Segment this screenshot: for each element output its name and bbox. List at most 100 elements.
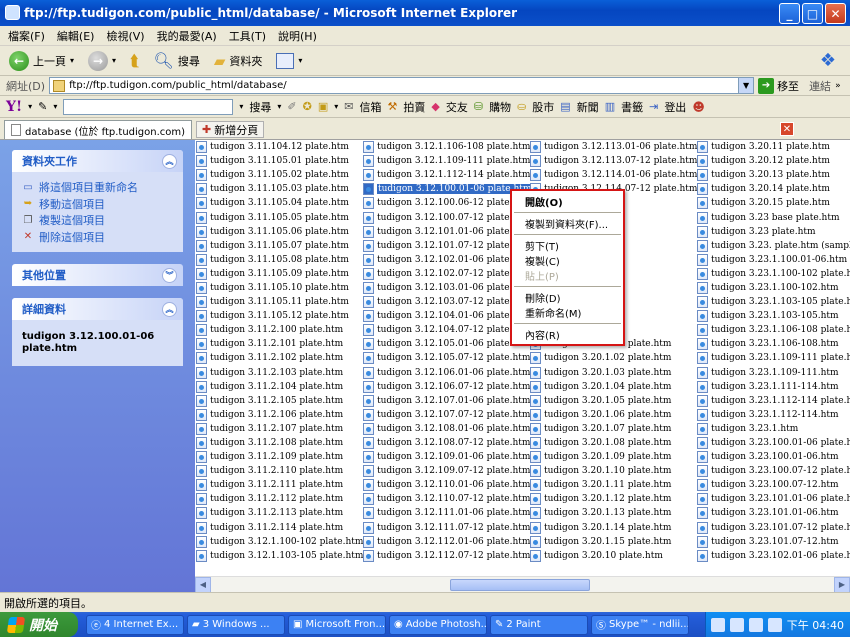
file-item[interactable]: tudigon 3.11.2.114 plate.htm bbox=[195, 521, 363, 535]
file-item[interactable]: tudigon 3.20.1.07 plate.htm bbox=[529, 422, 697, 436]
go-button[interactable]: ➔ 移至 bbox=[758, 77, 799, 94]
file-item[interactable]: tudigon 3.12.1.103-105 plate.htm bbox=[195, 549, 363, 563]
chevron-down-icon[interactable]: ▾ bbox=[53, 102, 57, 111]
folder-tasks-header[interactable]: 資料夾工作 ︽ bbox=[12, 150, 183, 172]
menu-copy-to-folder[interactable]: 複製到資料夾(F)... bbox=[512, 216, 623, 231]
collapse-icon[interactable]: ︽ bbox=[162, 153, 177, 169]
menu-properties[interactable]: 內容(R) bbox=[512, 327, 623, 342]
minimize-button[interactable]: _ bbox=[779, 3, 800, 24]
up-folder-button[interactable]: ⮬ bbox=[127, 49, 143, 73]
file-item[interactable]: tudigon 3.23.1.100.01-06.htm bbox=[696, 253, 850, 267]
file-item[interactable]: tudigon 3.12.1.109-111 plate.htm bbox=[362, 154, 532, 168]
file-item[interactable]: tudigon 3.12.112.01-06 plate.htm bbox=[362, 535, 532, 549]
file-item[interactable]: tudigon 3.20.13 plate.htm bbox=[696, 168, 850, 182]
network-icon[interactable] bbox=[748, 617, 763, 632]
file-item[interactable]: tudigon 3.12.105.07-12 plate.htm bbox=[362, 351, 532, 365]
file-item[interactable]: tudigon 3.12.106.01-06 plate.htm bbox=[362, 366, 532, 380]
file-item[interactable]: tudigon 3.23.1.106-108.htm bbox=[696, 337, 850, 351]
file-item[interactable]: tudigon 3.20.1.11 plate.htm bbox=[529, 478, 697, 492]
file-item[interactable]: tudigon 3.11.105.09 plate.htm bbox=[195, 267, 363, 281]
file-item[interactable]: tudigon 3.23.1.112-114.htm bbox=[696, 408, 850, 422]
other-places-header[interactable]: 其他位置 ︾ bbox=[12, 264, 183, 286]
file-item[interactable]: tudigon 3.11.2.109 plate.htm bbox=[195, 450, 363, 464]
keyboard-icon[interactable] bbox=[710, 617, 725, 632]
file-item[interactable]: tudigon 3.12.113.01-06 plate.htm bbox=[529, 140, 697, 154]
scroll-left-icon[interactable]: ◀ bbox=[195, 576, 211, 593]
file-item[interactable]: tudigon 3.11.2.112 plate.htm bbox=[195, 492, 363, 506]
file-item[interactable]: tudigon 3.11.105.08 plate.htm bbox=[195, 253, 363, 267]
yahoo-dating[interactable]: 交友 bbox=[446, 99, 468, 115]
chevron-down-icon[interactable]: ▾ bbox=[239, 102, 243, 111]
views-button[interactable]: ▾ bbox=[273, 49, 305, 73]
details-header[interactable]: 詳細資料 ︽ bbox=[12, 298, 183, 320]
file-item[interactable]: tudigon 3.12.1.100-102 plate.htm bbox=[195, 535, 363, 549]
taskbar-item-skype[interactable]: Ⓢ Skype™ - ndlii... bbox=[591, 614, 689, 635]
menu-view[interactable]: 檢視(V) bbox=[106, 28, 144, 44]
yahoo-stocks[interactable]: 股市 bbox=[532, 99, 554, 115]
scroll-thumb[interactable] bbox=[450, 579, 590, 591]
file-item[interactable]: tudigon 3.20.1.04 plate.htm bbox=[529, 380, 697, 394]
copy-item-link[interactable]: ❐ 複製這個項目 bbox=[22, 212, 175, 229]
menu-open[interactable]: 開啟(O) bbox=[512, 194, 623, 209]
file-item[interactable]: tudigon 3.12.108.07-12 plate.htm bbox=[362, 436, 532, 450]
yahoo-search-button[interactable]: 搜尋 bbox=[249, 99, 271, 115]
yahoo-auction[interactable]: 拍賣 bbox=[403, 99, 425, 115]
file-item[interactable]: tudigon 3.12.108.01-06 plate.htm bbox=[362, 422, 532, 436]
file-item[interactable]: tudigon 3.23.100.01-06.htm bbox=[696, 450, 850, 464]
file-item[interactable]: tudigon 3.20.1.05 plate.htm bbox=[529, 394, 697, 408]
file-item[interactable]: tudigon 3.20.1.13 plate.htm bbox=[529, 506, 697, 520]
popup-blocker-icon[interactable]: ▣ bbox=[318, 100, 328, 113]
file-item[interactable]: tudigon 3.12.102.01-06 plate.htm bbox=[362, 253, 532, 267]
file-item[interactable]: tudigon 3.12.103.07-12 plate.htm bbox=[362, 295, 532, 309]
file-item[interactable]: tudigon 3.11.105.12 plate.htm bbox=[195, 309, 363, 323]
menu-help[interactable]: 說明(H) bbox=[278, 28, 317, 44]
file-item[interactable]: tudigon 3.23.100.07-12 plate.htm bbox=[696, 464, 850, 478]
file-item[interactable]: tudigon 3.23 plate.htm bbox=[696, 225, 850, 239]
folders-button[interactable]: ▰ 資料夾 bbox=[211, 49, 266, 73]
tab-database[interactable]: database (位於 ftp.tudigon.com) bbox=[4, 120, 193, 139]
file-item[interactable]: tudigon 3.12.109.07-12 plate.htm bbox=[362, 464, 532, 478]
file-item[interactable]: tudigon 3.11.2.104 plate.htm bbox=[195, 380, 363, 394]
yahoo-search-input[interactable] bbox=[63, 98, 234, 115]
taskbar-item-frontpage[interactable]: ▣ Microsoft Fron... bbox=[288, 614, 386, 635]
file-item[interactable]: tudigon 3.12.111.07-12 plate.htm bbox=[362, 521, 532, 535]
taskbar-item-paint[interactable]: ✎ 2 Paint bbox=[490, 614, 588, 635]
file-item[interactable]: tudigon 3.23.101.07-12 plate.htm bbox=[696, 521, 850, 535]
move-item-link[interactable]: ➥ 移動這個項目 bbox=[22, 196, 175, 213]
file-item[interactable]: tudigon 3.12.110.01-06 plate.htm bbox=[362, 478, 532, 492]
file-item[interactable]: tudigon 3.11.105.06 plate.htm bbox=[195, 225, 363, 239]
expand-icon[interactable]: ︾ bbox=[162, 267, 177, 283]
file-item[interactable]: tudigon 3.11.105.01 plate.htm bbox=[195, 154, 363, 168]
file-item[interactable]: tudigon 3.12.101.01-06 plate.htm bbox=[362, 225, 532, 239]
file-item[interactable]: tudigon 3.11.2.110 plate.htm bbox=[195, 464, 363, 478]
yahoo-bookmarks[interactable]: 書籤 bbox=[621, 99, 643, 115]
file-item[interactable]: tudigon 3.23.100.07-12.htm bbox=[696, 478, 850, 492]
file-item[interactable]: tudigon 3.11.2.103 plate.htm bbox=[195, 366, 363, 380]
chevron-down-icon[interactable]: ▾ bbox=[28, 102, 32, 111]
messenger-icon[interactable]: ☻ bbox=[692, 100, 705, 114]
clock[interactable]: 下午 04:40 bbox=[787, 617, 844, 633]
file-item[interactable]: tudigon 3.20.1.08 plate.htm bbox=[529, 436, 697, 450]
yahoo-logo-icon[interactable]: Y! bbox=[6, 99, 22, 115]
pencil-icon[interactable]: ✎ bbox=[38, 100, 47, 113]
file-item[interactable]: tudigon 3.12.100.07-12 plate.htm bbox=[362, 210, 532, 224]
file-item[interactable]: tudigon 3.11.105.03 plate.htm bbox=[195, 182, 363, 196]
highlighter-icon[interactable]: ✐ bbox=[287, 100, 296, 113]
file-item[interactable]: tudigon 3.23.1.111-114.htm bbox=[696, 380, 850, 394]
file-item[interactable]: tudigon 3.23 base plate.htm bbox=[696, 210, 850, 224]
anti-spy-icon[interactable]: ✪ bbox=[303, 100, 312, 113]
file-item[interactable]: tudigon 3.20.10 plate.htm bbox=[529, 549, 697, 563]
file-item[interactable]: tudigon 3.11.2.107 plate.htm bbox=[195, 422, 363, 436]
maximize-button[interactable]: □ bbox=[802, 3, 823, 24]
menu-edit[interactable]: 編輯(E) bbox=[57, 28, 95, 44]
file-item[interactable]: tudigon 3.23.1.103-105.htm bbox=[696, 309, 850, 323]
yahoo-news[interactable]: 新聞 bbox=[577, 99, 599, 115]
menu-delete[interactable]: 刪除(D) bbox=[512, 290, 623, 305]
file-item[interactable]: tudigon 3.23.101.01-06 plate.htm bbox=[696, 492, 850, 506]
file-item[interactable]: tudigon 3.23.1.100-102.htm bbox=[696, 281, 850, 295]
file-item[interactable]: tudigon 3.12.107.01-06 plate.htm bbox=[362, 394, 532, 408]
file-item[interactable]: tudigon 3.11.2.113 plate.htm bbox=[195, 506, 363, 520]
file-item[interactable]: tudigon 3.23.1.htm bbox=[696, 422, 850, 436]
close-tab-icon[interactable]: ✕ bbox=[780, 122, 794, 136]
file-item[interactable]: tudigon 3.11.2.102 plate.htm bbox=[195, 351, 363, 365]
